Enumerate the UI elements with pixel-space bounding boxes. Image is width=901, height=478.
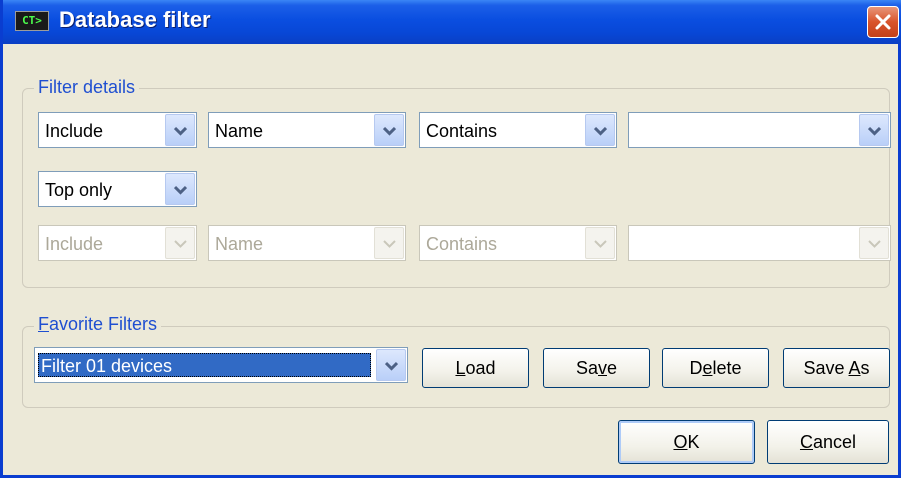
accel-char: O (673, 432, 688, 452)
value-select-2 (628, 225, 891, 261)
favorite-filter-value: Filter 01 devices (38, 353, 371, 377)
close-button[interactable] (867, 6, 899, 38)
chevron-down-icon (868, 240, 881, 248)
button-label: oad (465, 358, 496, 378)
accel-char: F (38, 314, 49, 334)
button-label: Sa (575, 358, 598, 378)
button-label: ancel (812, 432, 857, 452)
chevron-down-icon (383, 240, 396, 248)
save-button[interactable]: Save (543, 348, 650, 388)
chevron-down-icon (868, 126, 881, 136)
field-select-2: Name (208, 225, 406, 261)
operator-select-2-value: Contains (426, 234, 498, 254)
operator-select[interactable]: Contains (419, 112, 617, 148)
field-select[interactable]: Name (208, 112, 406, 148)
cancel-button[interactable]: Cancel (767, 420, 889, 464)
delete-button[interactable]: Delete (662, 348, 769, 388)
chevron-down-icon (594, 240, 607, 248)
value-select[interactable] (628, 112, 891, 148)
window-title: Database filter (59, 7, 211, 32)
button-label: lete (712, 358, 742, 378)
chevron-down-icon (174, 240, 187, 248)
dropdown-button (859, 227, 889, 259)
label-rest: avorite Filters (49, 314, 158, 334)
save-as-button[interactable]: Save As (783, 348, 890, 388)
chevron-down-icon (385, 361, 398, 371)
accel-char: A (848, 358, 861, 378)
button-label: Save (803, 358, 849, 378)
dropdown-button (165, 227, 195, 259)
chevron-down-icon (174, 185, 187, 195)
load-button[interactable]: Load (422, 348, 529, 388)
scope-select-value: Top only (45, 180, 113, 200)
accel-char: v (598, 358, 607, 378)
title-bar[interactable]: CT> Database filter (3, 0, 901, 44)
chevron-down-icon (174, 126, 187, 136)
operator-select-value: Contains (426, 121, 498, 141)
ok-button[interactable]: OK (618, 420, 755, 464)
app-icon: CT> (15, 11, 49, 31)
chevron-down-icon (594, 126, 607, 136)
filter-details-label: Filter details (34, 77, 140, 98)
include-select-value: Include (45, 121, 104, 141)
favorite-filter-select[interactable]: Filter 01 devices (34, 347, 408, 383)
dialog-window: CT> Database filter Filter details Inclu… (0, 0, 901, 478)
button-label: K (687, 432, 700, 452)
include-select-2-value: Include (45, 234, 104, 254)
dropdown-button[interactable] (585, 114, 615, 146)
operator-select-2: Contains (419, 225, 617, 261)
dropdown-button[interactable] (376, 349, 406, 381)
button-label: s (860, 358, 870, 378)
chevron-down-icon (383, 126, 396, 136)
accel-char: e (702, 358, 713, 378)
accel-char: L (455, 358, 466, 378)
close-icon (875, 14, 891, 30)
include-select[interactable]: Include (38, 112, 197, 148)
dropdown-button[interactable] (374, 114, 404, 146)
dropdown-button[interactable] (165, 114, 195, 146)
include-select-2: Include (38, 225, 197, 261)
button-label: D (689, 358, 703, 378)
button-label: e (607, 358, 618, 378)
dropdown-button[interactable] (165, 173, 195, 205)
accel-char: C (799, 432, 813, 452)
favorite-filters-label: Favorite Filters (34, 314, 162, 335)
scope-select[interactable]: Top only (38, 171, 197, 207)
dropdown-button (585, 227, 615, 259)
dropdown-button[interactable] (859, 114, 889, 146)
field-select-value: Name (215, 121, 264, 141)
field-select-2-value: Name (215, 234, 264, 254)
dropdown-button (374, 227, 404, 259)
